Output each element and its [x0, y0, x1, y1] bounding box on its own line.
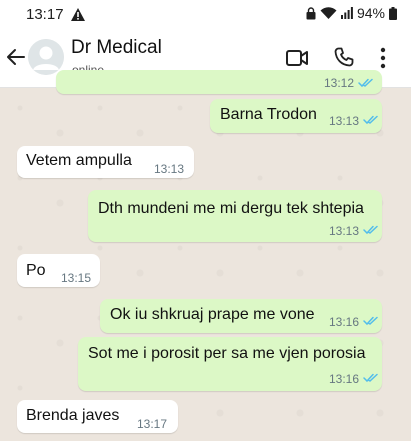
- signal-icon: [340, 7, 353, 19]
- message-time: 13:12: [323, 76, 354, 90]
- wifi-icon: [320, 6, 337, 19]
- message-text: Ok iu shkruaj prape me vone: [110, 306, 315, 323]
- avatar-placeholder-icon: [28, 39, 64, 75]
- message-time: 13:15: [61, 271, 92, 285]
- status-time: 13:17: [26, 6, 64, 23]
- phone-icon[interactable]: [334, 47, 354, 67]
- arrow-left-icon[interactable]: [6, 47, 26, 67]
- message-time: 13:17: [137, 417, 168, 431]
- double-check-icon: [363, 225, 378, 235]
- double-check-icon: [363, 316, 378, 326]
- double-check-icon: [363, 115, 378, 125]
- message-bubble-incoming[interactable]: Vetem ampulla 13:13: [17, 146, 194, 178]
- alert-icon: [71, 8, 85, 21]
- chat-area[interactable]: 13:12 Barna Trodon 13:13 Vetem ampulla 1…: [0, 70, 411, 441]
- status-icons: 94%: [306, 5, 397, 21]
- message-time: 13:16: [329, 315, 360, 329]
- message-time: 13:13: [154, 162, 185, 176]
- battery-percent: 94%: [356, 5, 385, 21]
- message-bubble-incoming[interactable]: Brenda javes 13:17: [17, 400, 178, 433]
- avatar[interactable]: [28, 39, 64, 75]
- message-text: Vetem ampulla: [26, 152, 132, 169]
- message-time: 13:16: [329, 372, 360, 386]
- message-time: 13:13: [329, 114, 360, 128]
- status-bar: 13:17 94%: [0, 0, 411, 30]
- kebab-menu-icon[interactable]: [378, 47, 388, 69]
- message-bubble-outgoing[interactable]: Ok iu shkruaj prape me vone 13:16: [100, 299, 382, 333]
- message-text: Sot me i porosit per sa me vjen porosia: [88, 345, 366, 362]
- message-bubble-outgoing[interactable]: Dth mundeni me mi dergu tek shtepia 13:1…: [88, 190, 382, 242]
- double-check-icon: [358, 78, 373, 88]
- message-bubble-outgoing[interactable]: Sot me i porosit per sa me vjen porosia …: [78, 337, 382, 391]
- message-bubble-outgoing[interactable]: Barna Trodon 13:13: [210, 99, 382, 133]
- message-text: Po: [26, 262, 46, 279]
- message-bubble-incoming[interactable]: Po 13:15: [17, 254, 100, 287]
- double-check-icon: [363, 373, 378, 383]
- lock-icon: [306, 6, 316, 19]
- message-text: Barna Trodon: [220, 106, 317, 123]
- battery-icon: [389, 6, 397, 20]
- message-time: 13:13: [329, 224, 360, 238]
- message-bubble-outgoing[interactable]: 13:12: [56, 70, 382, 94]
- message-text: Brenda javes: [26, 407, 120, 424]
- video-camera-icon[interactable]: [286, 49, 308, 67]
- contact-name[interactable]: Dr Medical: [71, 37, 162, 59]
- message-text: Dth mundeni me mi dergu tek shtepia: [98, 200, 364, 217]
